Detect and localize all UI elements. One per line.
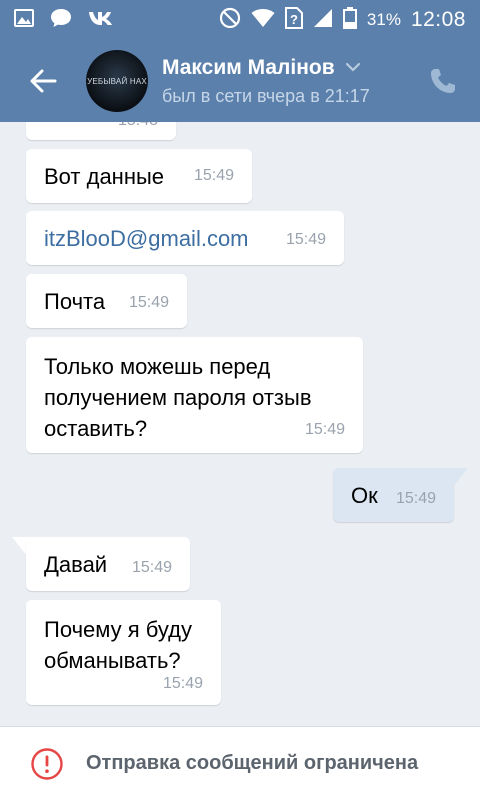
chat-notification-icon <box>50 8 72 33</box>
contact-info[interactable]: Максим Малінов был в сети вчера в 21:17 <box>162 56 370 107</box>
message-bubble[interactable]: Почему я буду обманывать? 15:49 <box>26 600 221 705</box>
message-time: 15:49 <box>395 490 436 507</box>
message-time: 15:48 <box>118 122 158 136</box>
message-list[interactable]: 15:48 Вот данные 15:49 itzBlooD@gmail.co… <box>0 122 480 726</box>
chat-header: УЕБЫВАЙ НАХ Максим Малінов был в сети вч… <box>0 40 480 122</box>
message-text-line: Почему я буду <box>44 617 192 642</box>
status-bar: ? 31% 12:08 <box>0 0 480 40</box>
svg-text:?: ? <box>290 12 298 27</box>
battery-percent: 31% <box>366 10 401 29</box>
message-bubble[interactable]: Вот данные 15:49 <box>26 149 252 203</box>
message-text: Вот данные <box>44 164 165 189</box>
message-bubble[interactable]: 15:48 <box>26 122 176 140</box>
message-text-line: получением пароля отзыв <box>44 385 312 410</box>
message-text: Ок <box>351 483 378 508</box>
message-text-line: оставить? <box>44 416 148 441</box>
signal-icon <box>313 8 333 33</box>
sim-unknown-icon: ? <box>284 6 303 35</box>
vk-icon <box>88 10 114 31</box>
wifi-icon <box>251 8 275 33</box>
message-time: 15:49 <box>304 421 345 438</box>
battery-icon <box>342 6 357 34</box>
contact-status: был в сети вчера в 21:17 <box>162 85 370 106</box>
message-time: 15:49 <box>131 559 172 576</box>
message-bubble[interactable]: Почта 15:49 <box>26 274 187 328</box>
message-text: Давай <box>44 552 108 577</box>
message-text-line: обманывать? <box>44 648 181 673</box>
back-button[interactable] <box>0 40 86 122</box>
message-text: Почта <box>44 289 106 314</box>
alert-icon <box>31 747 63 780</box>
message-time: 15:49 <box>162 675 203 692</box>
chevron-down-icon[interactable] <box>345 59 361 77</box>
gallery-icon <box>14 8 34 33</box>
message-bubble[interactable]: Давай 15:49 <box>26 537 190 591</box>
message-time: 15:49 <box>128 294 169 311</box>
email-link[interactable]: itzBlooD@gmail.com <box>44 223 249 254</box>
phone-icon <box>431 69 455 93</box>
message-bubble[interactable]: Только можешь перед получением пароля от… <box>26 337 363 453</box>
avatar-text: УЕБЫВАЙ НАХ <box>87 76 147 86</box>
message-time: 15:49 <box>285 231 326 248</box>
call-button[interactable] <box>428 66 460 98</box>
clock: 12:08 <box>410 8 466 31</box>
avatar[interactable]: УЕБЫВАЙ НАХ <box>86 50 148 112</box>
message-text-line: Только можешь перед <box>44 354 271 379</box>
contact-name: Максим Малінов <box>162 55 335 79</box>
restricted-footer: Отправка сообщений ограничена <box>0 726 480 800</box>
message-bubble[interactable]: itzBlooD@gmail.com 15:49 <box>26 211 344 265</box>
restricted-notice: Отправка сообщений ограничена <box>86 752 419 774</box>
bubble-tail <box>446 468 468 488</box>
message-time: 15:49 <box>193 167 234 184</box>
do-not-disturb-icon <box>219 7 241 34</box>
message-bubble-outgoing[interactable]: Ок 15:49 <box>333 468 454 522</box>
back-arrow-icon <box>30 69 57 93</box>
